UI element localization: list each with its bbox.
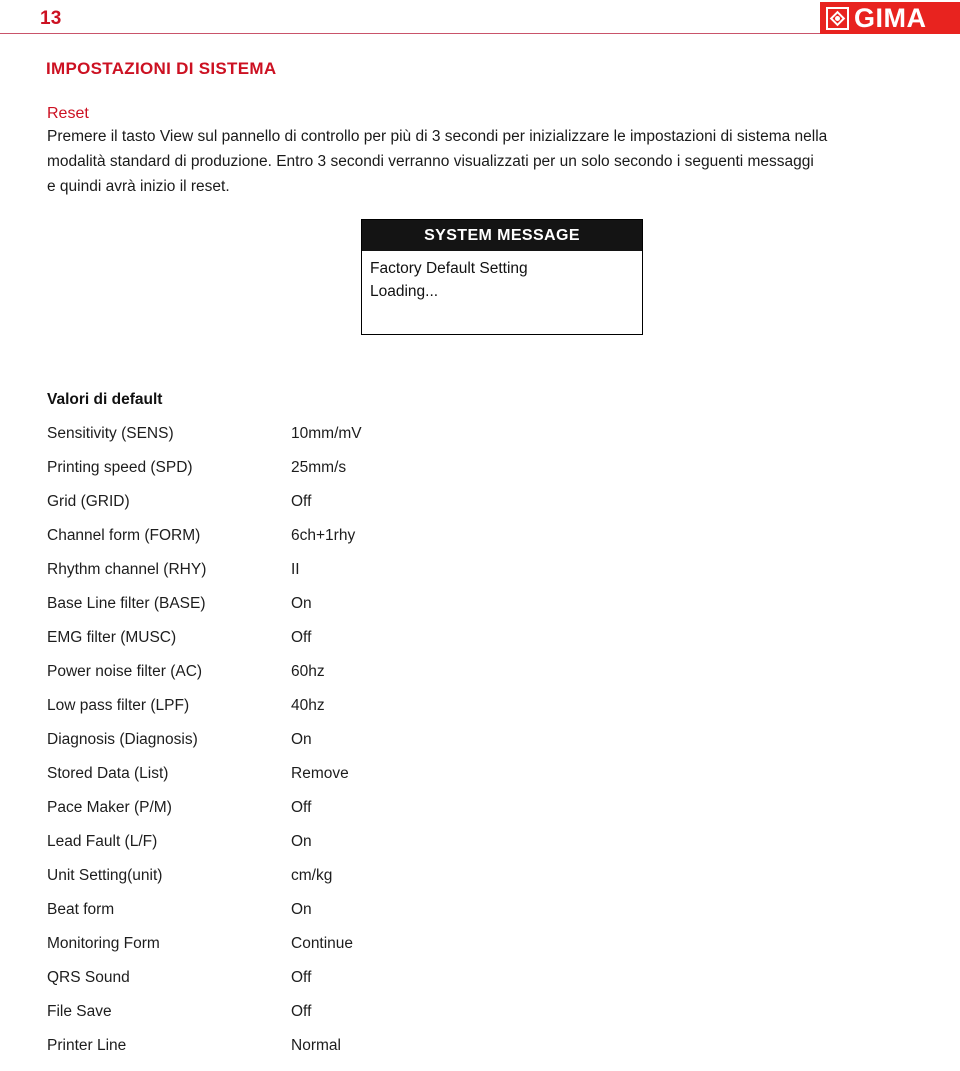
setting-value: Continue (291, 935, 354, 952)
header-divider-rule (0, 33, 820, 34)
setting-value: Off (291, 799, 312, 816)
setting-value: Remove (291, 765, 349, 782)
list-item: Printing speed (SPD) 25mm/s (47, 459, 547, 493)
list-item: Lead Fault (L/F) On (47, 833, 547, 867)
setting-label: Low pass filter (LPF) (47, 697, 190, 714)
list-item: Power noise filter (AC) 60hz (47, 663, 547, 697)
list-item: Unit Setting(unit) cm/kg (47, 867, 547, 901)
list-item: Pace Maker (P/M) Off (47, 799, 547, 833)
setting-label: Diagnosis (Diagnosis) (47, 731, 198, 748)
page-number: 13 (40, 8, 62, 29)
subsection-title: Reset (47, 105, 89, 122)
defaults-list: Sensitivity (SENS) 10mm/mV Printing spee… (47, 425, 547, 1071)
setting-label: Printer Line (47, 1037, 127, 1054)
list-item: Channel form (FORM) 6ch+1rhy (47, 527, 547, 561)
setting-value: Off (291, 493, 312, 510)
system-message-dialog: SYSTEM MESSAGE Factory Default Setting L… (361, 219, 643, 335)
setting-label: QRS Sound (47, 969, 130, 986)
list-item: Base Line filter (BASE) On (47, 595, 547, 629)
system-message-title: SYSTEM MESSAGE (362, 220, 642, 251)
list-item: Sensitivity (SENS) 10mm/mV (47, 425, 547, 459)
gima-diamond-icon (826, 6, 849, 30)
list-item: QRS Sound Off (47, 969, 547, 1003)
setting-label: EMG filter (MUSC) (47, 629, 177, 646)
setting-value: 60hz (291, 663, 325, 680)
paragraph-line: e quindi avrà inizio il reset. (47, 178, 230, 195)
gima-logo-text: GIMA (854, 2, 927, 33)
page-title: IMPOSTAZIONI DI SISTEMA (46, 59, 277, 78)
setting-label: Stored Data (List) (47, 765, 169, 782)
list-item: Beat form On (47, 901, 547, 935)
setting-label: Monitoring Form (47, 935, 160, 952)
setting-label: Sensitivity (SENS) (47, 425, 174, 442)
setting-value: cm/kg (291, 867, 333, 884)
setting-label: Beat form (47, 901, 115, 918)
setting-label: Lead Fault (L/F) (47, 833, 158, 850)
setting-label: Printing speed (SPD) (47, 459, 193, 476)
setting-value: Off (291, 1003, 312, 1020)
setting-value: II (291, 561, 300, 578)
setting-label: Unit Setting(unit) (47, 867, 163, 884)
list-item: Diagnosis (Diagnosis) On (47, 731, 547, 765)
setting-value: On (291, 595, 312, 612)
list-item: Grid (GRID) Off (47, 493, 547, 527)
list-item: EMG filter (MUSC) Off (47, 629, 547, 663)
setting-label: File Save (47, 1003, 112, 1020)
list-item: Printer Line Normal (47, 1037, 547, 1071)
setting-value: Off (291, 969, 312, 986)
system-message-body: Factory Default Setting Loading... (362, 251, 642, 303)
paragraph-line: Premere il tasto View sul pannello di co… (47, 128, 828, 145)
setting-value: 10mm/mV (291, 425, 362, 442)
body-paragraph: Premere il tasto View sul pannello di co… (47, 124, 960, 199)
list-item: Stored Data (List) Remove (47, 765, 547, 799)
system-message-line: Factory Default Setting (370, 260, 528, 277)
setting-label: Rhythm channel (RHY) (47, 561, 207, 578)
list-item: Monitoring Form Continue (47, 935, 547, 969)
defaults-section-title: Valori di default (47, 391, 163, 408)
setting-value: On (291, 901, 312, 918)
paragraph-line: modalità standard di produzione. Entro 3… (47, 153, 814, 170)
setting-value: On (291, 833, 312, 850)
setting-label: Pace Maker (P/M) (47, 799, 172, 816)
setting-value: Off (291, 629, 312, 646)
gima-logo: GIMA (820, 2, 960, 34)
setting-label: Base Line filter (BASE) (47, 595, 206, 612)
list-item: File Save Off (47, 1003, 547, 1037)
setting-label: Grid (GRID) (47, 493, 130, 510)
page-header: 13 GIMA (0, 0, 960, 40)
setting-value: 40hz (291, 697, 325, 714)
setting-label: Power noise filter (AC) (47, 663, 203, 680)
setting-value: On (291, 731, 312, 748)
setting-label: Channel form (FORM) (47, 527, 201, 544)
setting-value: 25mm/s (291, 459, 347, 476)
setting-value: 6ch+1rhy (291, 527, 356, 544)
system-message-line: Loading... (370, 283, 439, 300)
setting-value: Normal (291, 1037, 341, 1054)
list-item: Rhythm channel (RHY) II (47, 561, 547, 595)
list-item: Low pass filter (LPF) 40hz (47, 697, 547, 731)
